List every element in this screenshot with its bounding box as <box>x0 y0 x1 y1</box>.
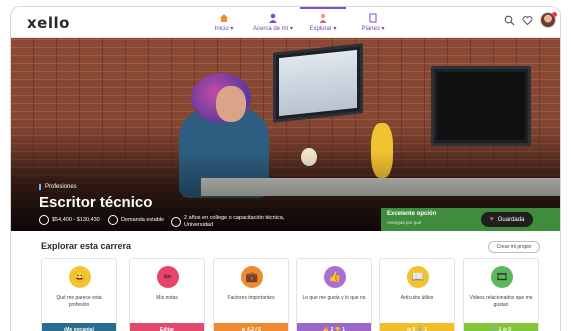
explore-card[interactable]: 💼 Factores importantes ★ 4.2 / 5 <box>213 258 289 331</box>
home-icon <box>220 14 228 22</box>
card-action-bar[interactable]: 🔗 1 ⊙ 0 <box>464 323 538 331</box>
smiley-icon: 😀 <box>69 266 91 288</box>
explore-card[interactable]: 😀 Qué me parece esta profesión ¡Me encanta… <box>41 258 117 331</box>
monitor-image <box>273 43 363 123</box>
card-action-bar[interactable]: ⊙ 0 🔗 1 <box>380 323 454 331</box>
match-indicator[interactable]: Excelente opción Averigua por qué ♥ Guar… <box>381 208 560 231</box>
nav-label: Acerca de mí ▾ <box>252 26 294 32</box>
book-icon: 📖 <box>407 266 429 288</box>
card-label: Qué me parece esta profesión <box>56 295 102 308</box>
briefcase-icon: 💼 <box>241 266 263 288</box>
card-label: Mis notas <box>156 295 178 301</box>
match-title: Excelente opción <box>387 211 437 217</box>
monitor-screen <box>437 72 525 140</box>
create-own-button[interactable]: Crear mi propio <box>488 241 540 253</box>
demand-text: Demanda estable <box>121 217 165 223</box>
nav-explorar[interactable]: Explorar ▾ <box>298 7 348 32</box>
xello-logo[interactable]: xello <box>27 14 70 32</box>
nav-inicio[interactable]: Inicio ▾ <box>199 13 249 32</box>
education-stat: 2 años en college o capacitación técnica… <box>171 215 291 229</box>
app-window: xello Inicio ▾ Acerca de mí ▾ Explorar ▾… <box>10 6 561 331</box>
person-face <box>216 86 246 122</box>
salary-text: $54,400 - $130,430 <box>52 217 100 223</box>
notification-dot <box>552 12 557 17</box>
card-label: Lo que me gusta y lo que no <box>302 295 366 301</box>
saved-button[interactable]: ♥ Guardada <box>481 212 533 227</box>
person-icon <box>269 13 277 23</box>
card-label: Factores importantes <box>227 295 275 301</box>
explore-card[interactable]: 📖 Artículos útiles ⊙ 0 🔗 1 <box>379 258 455 331</box>
monitor-image-right <box>431 66 531 146</box>
card-action-bar[interactable]: ★ 4.2 / 5 <box>214 323 288 331</box>
section-title: Explorar esta carrera <box>41 241 132 251</box>
saved-label: Guardada <box>497 216 525 223</box>
explore-card[interactable]: 👍 Lo que me gusta y lo que no 👍 3 👎 1 <box>296 258 372 331</box>
salary-stat: $54,400 - $130,430 <box>39 215 100 225</box>
monitor-screen <box>279 49 357 117</box>
heart-icon[interactable] <box>522 15 533 26</box>
hero-tag: Profesiones <box>39 184 77 190</box>
thumbs-icon: 👍 <box>324 266 346 288</box>
education-text: 2 años en college o capacitación técnica… <box>184 215 285 228</box>
heart-icon: ♥ <box>489 216 494 223</box>
explore-card[interactable]: ✏ Mis notas Editar <box>129 258 205 331</box>
nav-acerca[interactable]: Acerca de mí ▾ <box>248 13 298 32</box>
nav-label: Planes ▾ <box>361 26 385 32</box>
pencil-icon: ✏ <box>157 266 179 288</box>
salary-icon <box>39 215 49 225</box>
card-action-bar[interactable]: ¡Me encanta! <box>42 323 116 331</box>
demand-icon <box>108 215 118 225</box>
explore-card[interactable]: 🎞 Videos relacionados que me gustan 🔗 1 ⊙ … <box>463 258 539 331</box>
card-action-bar[interactable]: 👍 3 👎 1 <box>297 323 371 331</box>
top-nav: xello Inicio ▾ Acerca de mí ▾ Explorar ▾… <box>11 7 560 38</box>
video-icon: 🎞 <box>491 266 513 288</box>
demand-stat: Demanda estable <box>108 215 164 225</box>
document-icon <box>369 13 377 23</box>
card-label: Artículos útiles <box>400 295 434 301</box>
nav-label: Inicio ▾ <box>214 26 234 32</box>
nav-planes[interactable]: Planes ▾ <box>348 13 398 32</box>
search-icon[interactable] <box>504 15 515 26</box>
hero-banner: Profesiones Escritor técnico $54,400 - $… <box>11 38 560 231</box>
nav-label: Explorar ▾ <box>309 26 337 32</box>
page-title: Escritor técnico <box>39 194 153 211</box>
compass-person-icon <box>319 13 327 23</box>
match-subtitle[interactable]: Averigua por qué <box>387 220 421 225</box>
education-icon <box>171 217 181 227</box>
card-action-bar[interactable]: Editar <box>130 323 204 331</box>
card-label: Videos relacionados que me gustan <box>469 295 533 308</box>
